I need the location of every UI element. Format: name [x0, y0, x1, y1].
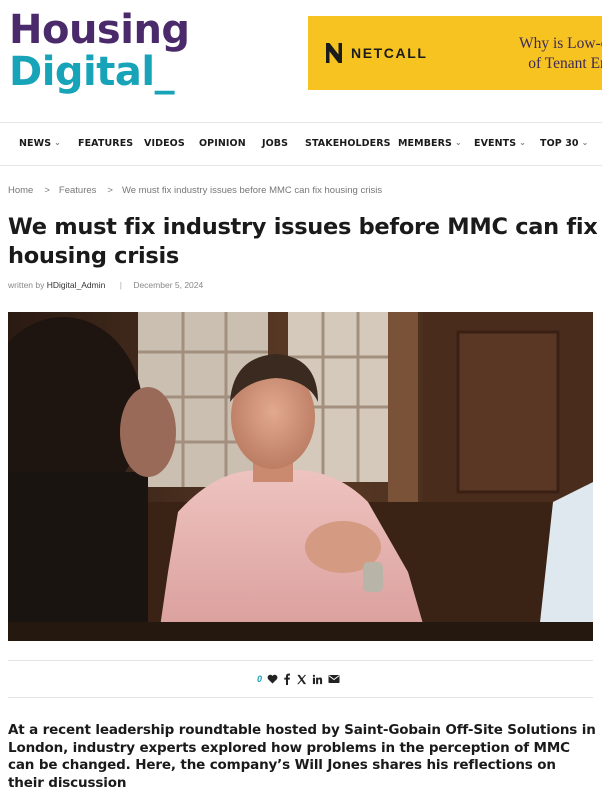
logo-text-housing: Housing	[9, 7, 190, 53]
ad-brand-name: NETCALL	[351, 45, 428, 61]
advertisement-banner[interactable]: NETCALL Why is Low-code the Fu of Tenant…	[308, 16, 602, 90]
hero-photo-illustration	[8, 312, 593, 641]
ad-headline: Why is Low-code the Fu of Tenant Engagem…	[446, 34, 602, 74]
ad-headline-line1: Why is Low-code the Fu	[518, 35, 602, 52]
nav-item-jobs[interactable]: JOBS	[262, 123, 288, 165]
netcall-logo-icon	[325, 40, 343, 66]
chevron-down-icon: ⌄	[454, 138, 462, 147]
breadcrumb-separator: >	[44, 185, 50, 196]
chevron-down-icon: ⌄	[519, 138, 527, 147]
main-navigation: NEWS ⌄ FEATURES VIDEOS OPINION JOBS STAKE…	[0, 122, 602, 166]
nav-item-stakeholders[interactable]: STAKEHOLDERS	[305, 123, 391, 165]
nav-item-top-30[interactable]: TOP 30 ⌄	[540, 123, 588, 165]
written-by-label: written by	[8, 280, 45, 290]
article-lead-paragraph: At a recent leadership roundtable hosted…	[8, 722, 596, 791]
nav-item-label: TOP 30	[540, 138, 579, 149]
breadcrumb-features[interactable]: Features	[59, 185, 97, 196]
author-link[interactable]: HDigital_Admin	[47, 280, 106, 290]
share-bar: 0	[257, 671, 340, 687]
heart-icon[interactable]	[267, 672, 278, 686]
nav-item-label: EVENTS	[474, 138, 517, 149]
nav-item-label: STAKEHOLDERS	[305, 138, 391, 149]
nav-item-label: VIDEOS	[144, 138, 185, 149]
share-divider-top	[8, 660, 593, 661]
x-icon[interactable]	[296, 672, 307, 686]
chevron-down-icon: ⌄	[54, 138, 61, 147]
nav-item-features[interactable]: FEATURES	[78, 123, 133, 165]
nav-item-label: OPINION	[199, 138, 246, 149]
like-count: 0	[257, 674, 263, 684]
site-logo[interactable]: Housing Digital_	[9, 7, 190, 98]
envelope-icon[interactable]	[328, 672, 340, 686]
ad-headline-line2: of Tenant Engagemen	[528, 55, 602, 72]
nav-item-news[interactable]: NEWS ⌄	[19, 123, 61, 165]
nav-item-label: NEWS	[19, 138, 52, 149]
nav-item-label: FEATURES	[78, 138, 134, 149]
facebook-icon[interactable]	[283, 672, 291, 686]
nav-item-label: MEMBERS	[398, 138, 452, 149]
share-divider-bottom	[8, 697, 593, 698]
nav-item-videos[interactable]: VIDEOS	[144, 123, 185, 165]
linkedin-icon[interactable]	[312, 672, 323, 686]
nav-item-label: JOBS	[262, 138, 289, 149]
meta-separator: |	[119, 280, 122, 290]
article-meta: written by HDigital_Admin | December 5, …	[8, 280, 203, 290]
breadcrumb-home[interactable]: Home	[8, 185, 33, 196]
article-title: We must fix industry issues before MMC c…	[8, 214, 598, 269]
ad-brand: NETCALL	[325, 40, 428, 66]
breadcrumb-current: We must fix industry issues before MMC c…	[121, 185, 383, 196]
chevron-down-icon: ⌄	[581, 138, 589, 147]
nav-item-opinion[interactable]: OPINION	[199, 123, 246, 165]
logo-text-digital: Digital_	[9, 49, 175, 95]
site-header: Housing Digital_ NETCALL Why is Low-code…	[0, 0, 602, 122]
nav-item-members[interactable]: MEMBERS ⌄	[398, 123, 462, 165]
article-hero-image	[8, 312, 593, 641]
breadcrumb-separator: >	[107, 185, 113, 196]
nav-item-events[interactable]: EVENTS ⌄	[474, 123, 526, 165]
publish-date: December 5, 2024	[133, 280, 204, 290]
breadcrumb: Home > Features > We must fix industry issue…	[8, 185, 382, 199]
